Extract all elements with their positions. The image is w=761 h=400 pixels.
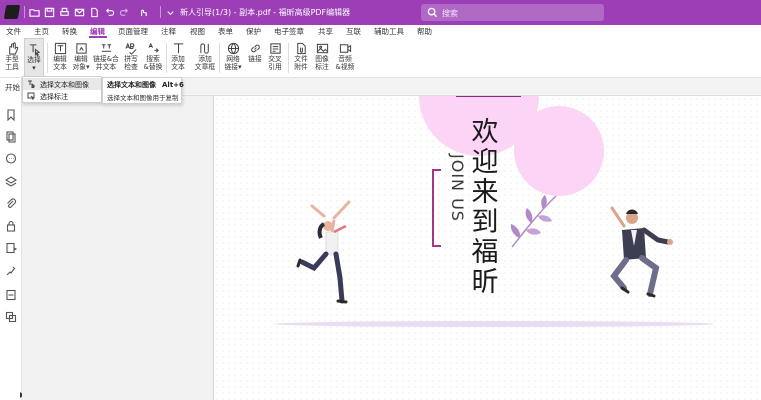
select-text-icon — [27, 42, 41, 56]
tooltip-shortcut: Alt+6 — [162, 81, 184, 89]
search-replace-button[interactable]: 搜索 &替换 — [142, 38, 164, 78]
link-button[interactable]: 链接 — [245, 38, 265, 78]
select-tool-button[interactable]: 选择 ▾ — [24, 38, 44, 78]
menu-protect[interactable]: 保护 — [246, 26, 261, 37]
search-box[interactable]: 搜索 — [421, 4, 604, 21]
side-panel — [22, 96, 208, 400]
menu-help[interactable]: 帮助 — [417, 26, 432, 37]
edit-object-icon — [74, 41, 88, 55]
menu-bar: 文件 主页 转换 编辑 页面管理 注释 视图 表单 保护 电子签章 共享 互联 … — [0, 25, 761, 38]
edit-text-icon — [53, 41, 67, 55]
menu-item-select-annotation[interactable]: 选择标注 — [23, 90, 101, 102]
tooltip-title: 选择文本和图像 — [107, 81, 156, 89]
attachments-icon[interactable] — [5, 198, 17, 210]
save-icon[interactable] — [42, 5, 56, 19]
add-article-icon — [198, 41, 212, 55]
file-attachment-button[interactable]: 文件 附件 — [291, 38, 311, 78]
hand-icon — [5, 41, 19, 55]
file-attachment-icon — [294, 41, 308, 55]
menu-item-select-text-and-image[interactable]: 选择文本和图像 — [23, 78, 101, 90]
menu-share[interactable]: 共享 — [318, 26, 333, 37]
jumping-woman-illustration — [296, 200, 351, 304]
top-bar-accent — [456, 96, 521, 97]
window-title: 新人引导(1/3) - 副本.pdf - 福昕高级PDF编辑器 — [180, 8, 351, 17]
tab-start[interactable]: 开始 — [0, 78, 22, 96]
page-thumbnails-icon[interactable] — [5, 131, 17, 143]
compare-icon[interactable] — [5, 311, 17, 323]
mail-icon[interactable] — [72, 5, 86, 19]
menu-view[interactable]: 视图 — [190, 26, 205, 37]
left-navigation-rail — [0, 96, 24, 400]
audio-video-button[interactable]: 音频 &视频 — [333, 38, 357, 78]
menu-e-signature[interactable]: 电子签章 — [274, 26, 304, 37]
stamp-icon[interactable] — [5, 265, 17, 277]
web-link-button[interactable]: 网络 链接▾ — [222, 38, 244, 78]
menu-page-management[interactable]: 页面管理 — [118, 26, 148, 37]
divider — [24, 6, 25, 18]
menu-form[interactable]: 表单 — [218, 26, 233, 37]
web-link-icon — [226, 41, 240, 55]
pdf-page[interactable]: 欢 迎 来 到 福 昕 JOIN US — [213, 96, 761, 400]
layers-icon[interactable] — [4, 176, 18, 188]
select-tool-dropdown: 选择文本和图像 选择标注 — [22, 76, 102, 103]
join-us-label: JOIN US — [448, 154, 467, 222]
print-icon[interactable] — [57, 5, 71, 19]
content-icon[interactable] — [5, 289, 17, 301]
leaf-branch-illustration — [510, 195, 557, 248]
divider — [219, 43, 220, 73]
menu-accessibility[interactable]: 辅助工具 — [374, 26, 404, 37]
app-logo — [3, 5, 21, 19]
customize-quick-access-icon[interactable] — [163, 5, 177, 19]
signature-icon[interactable] — [5, 242, 18, 254]
decor-circle-small — [514, 106, 604, 196]
image-annotation-icon — [315, 41, 329, 55]
new-file-icon[interactable] — [87, 5, 101, 19]
ground-shadow — [274, 321, 714, 327]
redo-icon[interactable] — [117, 5, 131, 19]
add-text-icon — [171, 41, 185, 55]
spell-check-button[interactable]: 拼写 检查 — [121, 38, 141, 78]
divider — [288, 43, 289, 73]
search-replace-icon — [146, 41, 160, 55]
menu-convert[interactable]: 转换 — [62, 26, 77, 37]
hand-select-dropdown-icon[interactable] — [136, 5, 150, 19]
jumping-man-illustration — [610, 206, 673, 298]
image-annotation-button[interactable]: 图像 标注 — [312, 38, 332, 78]
menu-home[interactable]: 主页 — [34, 26, 49, 37]
divider — [47, 43, 48, 73]
undo-icon[interactable] — [102, 5, 116, 19]
welcome-headline: 欢 迎 来 到 福 昕 — [471, 117, 499, 298]
bookmark-icon[interactable] — [5, 109, 17, 122]
menu-connect[interactable]: 互联 — [346, 26, 361, 37]
spell-check-icon — [124, 41, 138, 55]
bracket-decor — [432, 169, 441, 247]
title-bar: 新人引导(1/3) - 副本.pdf - 福昕高级PDF编辑器 搜索 — [0, 0, 761, 25]
link-merge-text-icon — [99, 41, 113, 55]
edit-object-button[interactable]: 编辑 对象▾ — [70, 38, 92, 78]
edit-toolbar: 手型 工具 选择 ▾ 编辑 文本 编辑 对象▾ 链接&合 并文本 拼写 检查 搜… — [0, 38, 761, 78]
link-icon — [248, 41, 262, 55]
select-annotation-icon — [27, 92, 35, 101]
cross-reference-button[interactable]: 交叉 引用 — [265, 38, 285, 78]
divider — [160, 6, 161, 18]
search-placeholder: 搜索 — [442, 9, 458, 18]
menu-comment[interactable]: 注释 — [161, 26, 176, 37]
edit-text-button[interactable]: 编辑 文本 — [50, 38, 70, 78]
search-icon — [427, 7, 438, 18]
open-folder-icon[interactable] — [27, 5, 41, 19]
tooltip-description: 选择文本和图像用于复制 — [107, 94, 179, 102]
divider — [166, 43, 167, 73]
select-text-icon — [27, 80, 36, 90]
add-text-button[interactable]: 添加 文本 — [168, 38, 188, 78]
cross-reference-icon — [268, 41, 282, 55]
menu-file[interactable]: 文件 — [6, 26, 21, 37]
comments-icon[interactable] — [5, 153, 17, 165]
hand-tool-button[interactable]: 手型 工具 — [2, 38, 22, 78]
add-article-box-button[interactable]: 添加 文章框 — [193, 38, 217, 78]
select-tool-tooltip: 选择文本和图像 Alt+6 选择文本和图像用于复制 — [102, 77, 184, 104]
audio-video-icon — [338, 41, 352, 55]
link-merge-text-button[interactable]: 链接&合 并文本 — [93, 38, 119, 78]
security-lock-icon[interactable] — [5, 220, 17, 232]
